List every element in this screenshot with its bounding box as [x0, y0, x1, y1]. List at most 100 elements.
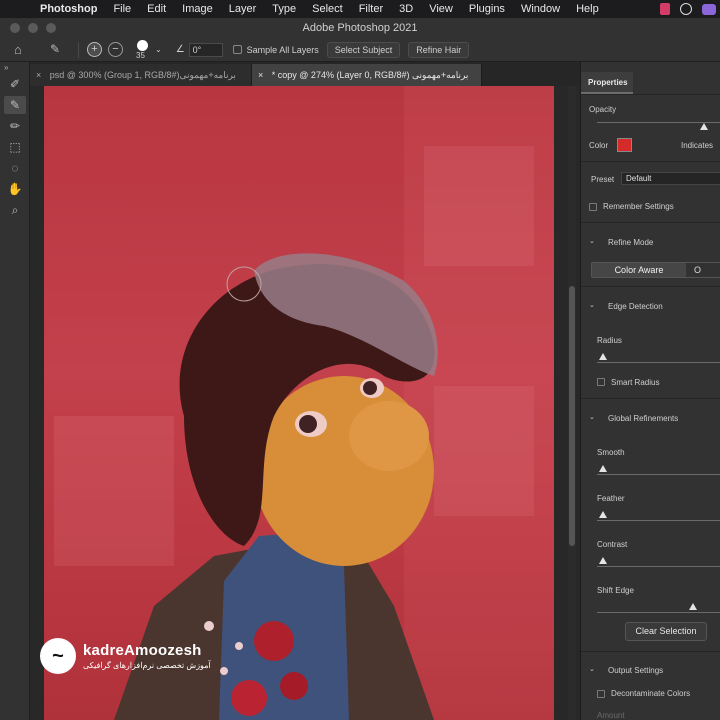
refine-brush-tool-icon[interactable]: ✎ — [50, 42, 70, 58]
properties-tab[interactable]: Properties — [581, 72, 633, 94]
creative-cloud-icon[interactable] — [702, 3, 716, 15]
radius-slider-knob[interactable] — [599, 353, 607, 360]
shift-edge-slider-knob[interactable] — [689, 603, 697, 610]
sample-all-layers-checkbox[interactable] — [232, 45, 242, 54]
add-to-selection-icon[interactable]: + — [87, 42, 102, 57]
menu-view[interactable]: View — [421, 3, 461, 15]
menu-image[interactable]: Image — [174, 3, 221, 15]
sample-all-layers-label: Sample All Layers — [246, 44, 319, 55]
opacity-slider-knob[interactable] — [699, 123, 708, 130]
feather-slider[interactable] — [597, 520, 720, 521]
amount-label: Amount — [597, 711, 625, 720]
tools-panel: » ✐ ✎ ✏ ⬚ ◌ ✋ ⌕ — [0, 62, 30, 720]
decontaminate-colors-label: Decontaminate Colors — [611, 689, 691, 698]
menu-window[interactable]: Window — [513, 3, 568, 15]
menu-help[interactable]: Help — [568, 3, 607, 15]
scrollbar-thumb[interactable] — [569, 286, 575, 546]
angle-input[interactable]: 0° — [188, 42, 223, 57]
remember-settings-checkbox[interactable] — [589, 203, 597, 211]
contrast-slider[interactable] — [597, 566, 720, 567]
angle-icon: ∠ — [175, 44, 185, 55]
chevron-down-icon[interactable]: ⌄ — [589, 237, 595, 245]
edge-detection-header[interactable]: Edge Detection — [608, 302, 663, 311]
zoom-window-icon[interactable] — [46, 23, 56, 33]
menu-file[interactable]: File — [105, 3, 139, 15]
subtract-from-selection-icon[interactable]: − — [108, 42, 123, 57]
menu-plugins[interactable]: Plugins — [461, 3, 513, 15]
divider — [581, 94, 720, 95]
menu-type[interactable]: Type — [264, 3, 304, 15]
canvas-area[interactable] — [30, 86, 580, 720]
minimize-window-icon[interactable] — [28, 23, 38, 33]
color-swatch[interactable] — [617, 138, 632, 152]
remember-settings-label: Remember Settings — [603, 202, 674, 211]
menu-3d[interactable]: 3D — [391, 3, 421, 15]
clear-selection-button[interactable]: Clear Selection — [625, 622, 707, 641]
menu-edit[interactable]: Edit — [139, 3, 174, 15]
radius-slider[interactable] — [597, 362, 720, 363]
chevron-down-icon[interactable]: ⌄ — [589, 301, 595, 309]
canvas-scrollbar[interactable] — [568, 86, 576, 720]
refine-edge-brush-icon[interactable]: ✎ — [4, 96, 26, 114]
tab-document-1[interactable]: × psd @ 300% (Group 1, RGB/8#)برنامه+مهم… — [30, 64, 252, 86]
brush-size-picker[interactable]: 35 — [133, 39, 153, 61]
close-window-icon[interactable] — [10, 23, 20, 33]
brush-size-value: 35 — [136, 50, 145, 60]
window-title-bar: Adobe Photoshop 2021 — [0, 18, 720, 38]
select-subject-button[interactable]: Select Subject — [326, 41, 401, 58]
status-circle-icon[interactable] — [680, 3, 692, 15]
hand-icon[interactable]: ✋ — [4, 180, 26, 198]
color-aware-button[interactable]: Color Aware — [592, 263, 686, 277]
menu-layer[interactable]: Layer — [221, 3, 265, 15]
decontaminate-colors-checkbox[interactable] — [597, 690, 605, 698]
document-tabs: × psd @ 300% (Group 1, RGB/8#)برنامه+مهم… — [30, 62, 580, 86]
close-tab-icon[interactable]: × — [36, 70, 41, 80]
smooth-slider[interactable] — [597, 474, 720, 475]
brush-icon[interactable]: ✏ — [4, 117, 26, 135]
shift-edge-label: Shift Edge — [597, 586, 634, 595]
menu-select[interactable]: Select — [304, 3, 351, 15]
divider — [78, 41, 79, 58]
tab-document-2[interactable]: × * copy @ 274% (Layer 0, RGB/8#) برنامه… — [252, 64, 482, 86]
collapse-toolbar-icon[interactable]: » — [0, 62, 29, 72]
properties-panel: Properties Opacity Color Indicates Prese… — [580, 62, 720, 720]
refine-mode-header[interactable]: Refine Mode — [608, 238, 653, 247]
options-bar: ⌂ ✎ + − 35 ⌄ ∠ 0° Sample All Layers Sele… — [0, 38, 720, 62]
zoom-icon[interactable]: ⌕ — [4, 201, 26, 219]
feather-slider-knob[interactable] — [599, 511, 607, 518]
indicates-label: Indicates — [681, 141, 714, 150]
chevron-down-icon[interactable]: ⌄ — [589, 413, 595, 421]
window-title: Adobe Photoshop 2021 — [302, 22, 418, 34]
color-label: Color — [589, 141, 609, 150]
object-aware-button[interactable]: O — [686, 263, 720, 277]
chevron-down-icon[interactable]: ⌄ — [155, 45, 162, 54]
preset-label: Preset — [591, 175, 615, 184]
close-tab-icon[interactable]: × — [258, 70, 263, 80]
status-app-icon[interactable] — [660, 3, 670, 15]
watermark-title: kadreAmoozesh — [83, 642, 202, 659]
opacity-label: Opacity — [589, 105, 617, 114]
divider — [581, 398, 720, 399]
divider — [581, 286, 720, 287]
quick-selection-icon[interactable]: ✐ — [4, 75, 26, 93]
menu-app-name[interactable]: Photoshop — [40, 3, 105, 15]
selection-overlay — [44, 86, 554, 720]
document-image[interactable] — [44, 86, 554, 720]
object-selection-icon[interactable]: ⬚ — [4, 138, 26, 156]
contrast-slider-knob[interactable] — [599, 557, 607, 564]
refine-hair-button[interactable]: Refine Hair — [408, 41, 470, 58]
chevron-down-icon[interactable]: ⌄ — [589, 665, 595, 673]
brush-tip-icon — [137, 39, 148, 51]
global-refinements-header[interactable]: Global Refinements — [608, 414, 678, 423]
shift-edge-slider[interactable] — [597, 612, 720, 613]
output-settings-header[interactable]: Output Settings — [608, 666, 663, 675]
smart-radius-label: Smart Radius — [611, 378, 660, 387]
lasso-icon[interactable]: ◌ — [4, 159, 26, 177]
tab-label: * copy @ 274% (Layer 0, RGB/8#) برنامه+م… — [271, 70, 469, 80]
home-icon[interactable]: ⌂ — [14, 42, 30, 58]
menu-filter[interactable]: Filter — [351, 3, 391, 15]
menu-bar: Photoshop File Edit Image Layer Type Sel… — [0, 0, 720, 18]
smart-radius-checkbox[interactable] — [597, 378, 605, 386]
smooth-slider-knob[interactable] — [599, 465, 607, 472]
preset-select[interactable]: Default — [621, 172, 720, 185]
